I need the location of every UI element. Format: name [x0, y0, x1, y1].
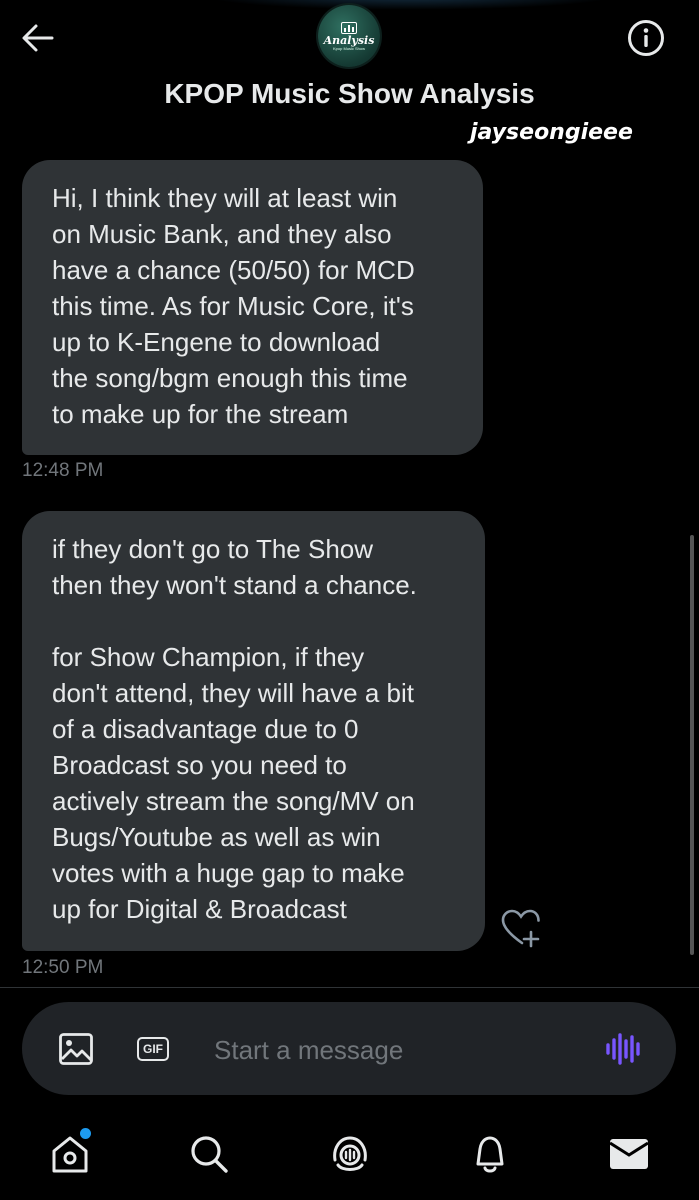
conversation-title[interactable]: KPOP Music Show Analysis	[0, 78, 699, 110]
info-button[interactable]	[622, 14, 670, 62]
scrollbar[interactable]	[690, 535, 694, 955]
message-bubble[interactable]: if they don't go to The Show then they w…	[22, 511, 485, 951]
heart-plus-icon	[501, 909, 540, 948]
search-icon	[191, 1136, 228, 1173]
avatar[interactable]: Analysis Kpop Music Show	[318, 5, 380, 67]
avatar-logo-subtext: Kpop Music Show	[332, 45, 365, 51]
back-button[interactable]	[14, 14, 62, 62]
info-icon	[628, 20, 664, 56]
add-image-button[interactable]	[54, 1027, 98, 1071]
message-input[interactable]	[214, 1030, 574, 1070]
home-notification-dot	[80, 1128, 91, 1139]
arrow-left-icon	[22, 24, 54, 52]
composer-divider	[0, 987, 699, 988]
message-bubble[interactable]: Hi, I think they will at least win on Mu…	[22, 160, 483, 455]
message-timestamp: 12:48 PM	[22, 460, 104, 481]
home-icon	[52, 1136, 88, 1173]
spaces-icon	[333, 1136, 367, 1171]
nav-messages[interactable]	[605, 1130, 653, 1178]
bell-icon	[476, 1136, 504, 1173]
message-timestamp: 12:50 PM	[22, 957, 104, 978]
gif-icon: GIF	[137, 1037, 169, 1061]
voice-message-button[interactable]	[600, 1027, 648, 1071]
nav-notifications[interactable]	[466, 1130, 514, 1178]
top-glow	[200, 0, 620, 10]
nav-spaces[interactable]	[326, 1130, 374, 1178]
image-icon	[59, 1033, 93, 1065]
add-reaction-button[interactable]	[500, 908, 544, 948]
chart-logo-icon	[341, 21, 357, 34]
avatar-logo-text: Analysis	[323, 33, 375, 47]
mail-icon	[609, 1139, 649, 1169]
nav-search[interactable]	[185, 1130, 233, 1178]
voice-wave-icon	[606, 1033, 640, 1065]
add-gif-button[interactable]: GIF	[131, 1027, 175, 1071]
watermark-text: jayseongieee	[470, 120, 633, 145]
